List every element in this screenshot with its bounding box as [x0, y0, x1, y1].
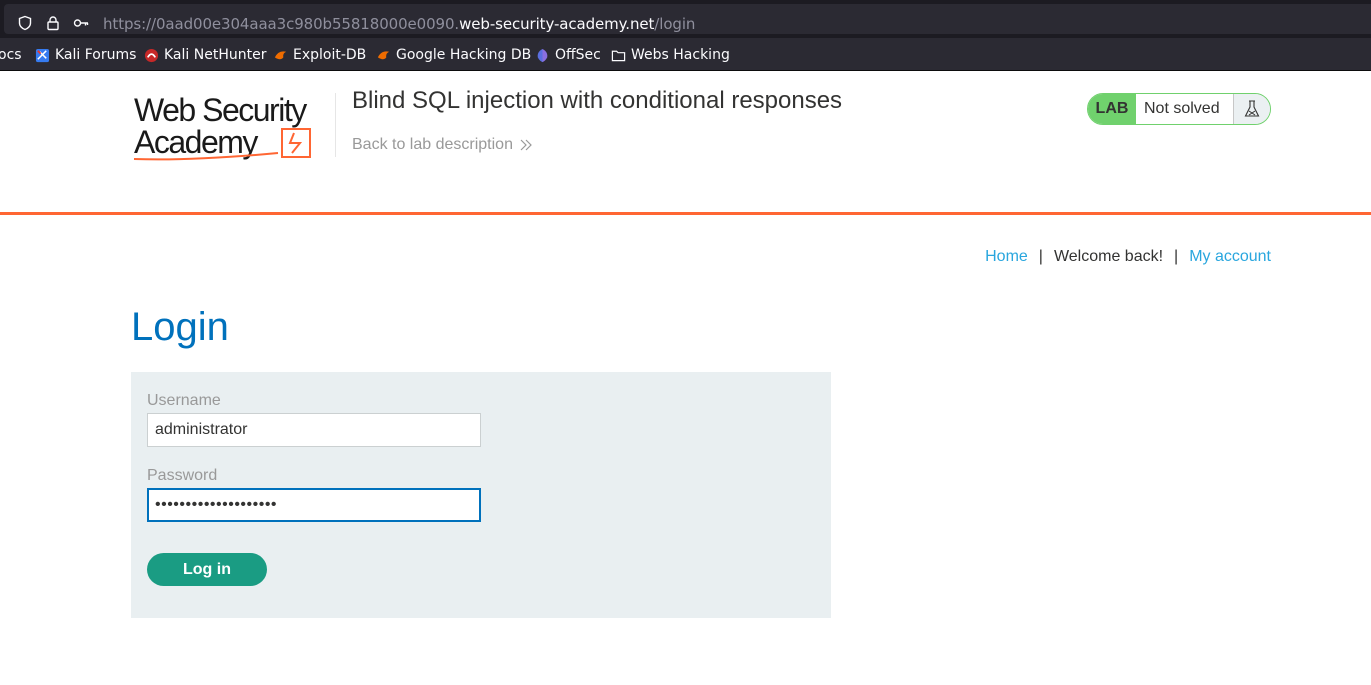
bookmarks-toolbar: ocs Kali Forums Kali NetHunter Exploit-D… — [0, 38, 1371, 71]
top-navigation: Home | Welcome back! | My account — [985, 248, 1271, 266]
lab-status-widget: LAB Not solved — [1087, 93, 1271, 125]
lab-status-text: Not solved — [1136, 94, 1234, 124]
url-prefix: https://0aad00e304aaa3c980b55818000e0090… — [103, 15, 460, 33]
key-icon[interactable] — [73, 15, 89, 31]
url-host: web-security-academy.net — [459, 15, 655, 33]
nav-separator: | — [1174, 248, 1179, 265]
bookmark-webs-hacking[interactable]: Webs Hacking — [611, 46, 730, 64]
kali-forums-icon — [35, 48, 50, 62]
ghdb-icon — [377, 50, 390, 59]
bookmark-docs[interactable]: ocs — [0, 46, 22, 64]
login-form: Username administrator Password ••••••••… — [131, 372, 831, 618]
url-text[interactable]: https://0aad00e304aaa3c980b55818000e0090… — [103, 15, 695, 33]
offsec-icon — [537, 48, 548, 62]
kali-nethunter-icon — [144, 48, 159, 62]
bookmark-offsec[interactable]: OffSec — [535, 46, 601, 64]
bookmark-kali-forums[interactable]: Kali Forums — [35, 46, 136, 64]
folder-icon — [611, 50, 626, 61]
logo-line1: Web Security — [134, 92, 307, 128]
lab-title: Blind SQL injection with conditional res… — [352, 87, 843, 114]
username-input[interactable]: administrator — [147, 413, 481, 447]
web-security-academy-logo[interactable]: Web Security Academy — [132, 91, 332, 163]
nav-home-link[interactable]: Home — [985, 248, 1028, 266]
password-label: Password — [147, 467, 218, 484]
bookmark-label: Exploit-DB — [293, 47, 367, 63]
login-button[interactable]: Log in — [147, 553, 267, 586]
bookmark-label: Kali NetHunter — [164, 47, 267, 63]
nav-my-account-link[interactable]: My account — [1189, 248, 1271, 266]
password-input[interactable]: •••••••••••••••••••• — [147, 488, 481, 522]
bookmark-kali-nethunter[interactable]: Kali NetHunter — [144, 46, 266, 64]
nav-separator: | — [1038, 248, 1043, 265]
url-path: /login — [654, 15, 696, 33]
back-to-lab-link[interactable]: Back to lab description — [352, 136, 533, 154]
bookmark-ghdb[interactable]: Google Hacking DB — [376, 46, 531, 64]
bookmark-exploit-db[interactable]: Exploit-DB — [273, 46, 366, 64]
double-chevron-right-icon — [520, 139, 532, 151]
lock-icon[interactable] — [45, 15, 61, 31]
bookmark-label: OffSec — [555, 47, 601, 63]
bookmark-label: Webs Hacking — [631, 47, 730, 63]
browser-url-bar: https://0aad00e304aaa3c980b55818000e0090… — [0, 0, 1371, 38]
back-link-label: Back to lab description — [352, 136, 513, 153]
academy-header: Web Security Academy Blind SQL injection… — [0, 71, 1371, 215]
username-label: Username — [147, 392, 221, 409]
flask-icon — [1234, 94, 1270, 124]
bookmark-label: Kali Forums — [55, 47, 137, 63]
logo-divider — [335, 93, 336, 157]
bookmark-label: Google Hacking DB — [396, 47, 532, 63]
shield-icon[interactable] — [17, 15, 33, 31]
logo-line2: Academy — [134, 124, 258, 160]
lab-badge: LAB — [1088, 94, 1136, 124]
nav-welcome-text: Welcome back! — [1053, 248, 1164, 265]
page-content: Web Security Academy Blind SQL injection… — [0, 71, 1371, 685]
bookmark-label: ocs — [0, 47, 22, 63]
page-title: Login — [131, 305, 229, 349]
address-field[interactable]: https://0aad00e304aaa3c980b55818000e0090… — [4, 4, 1371, 34]
exploit-db-icon — [274, 50, 287, 59]
